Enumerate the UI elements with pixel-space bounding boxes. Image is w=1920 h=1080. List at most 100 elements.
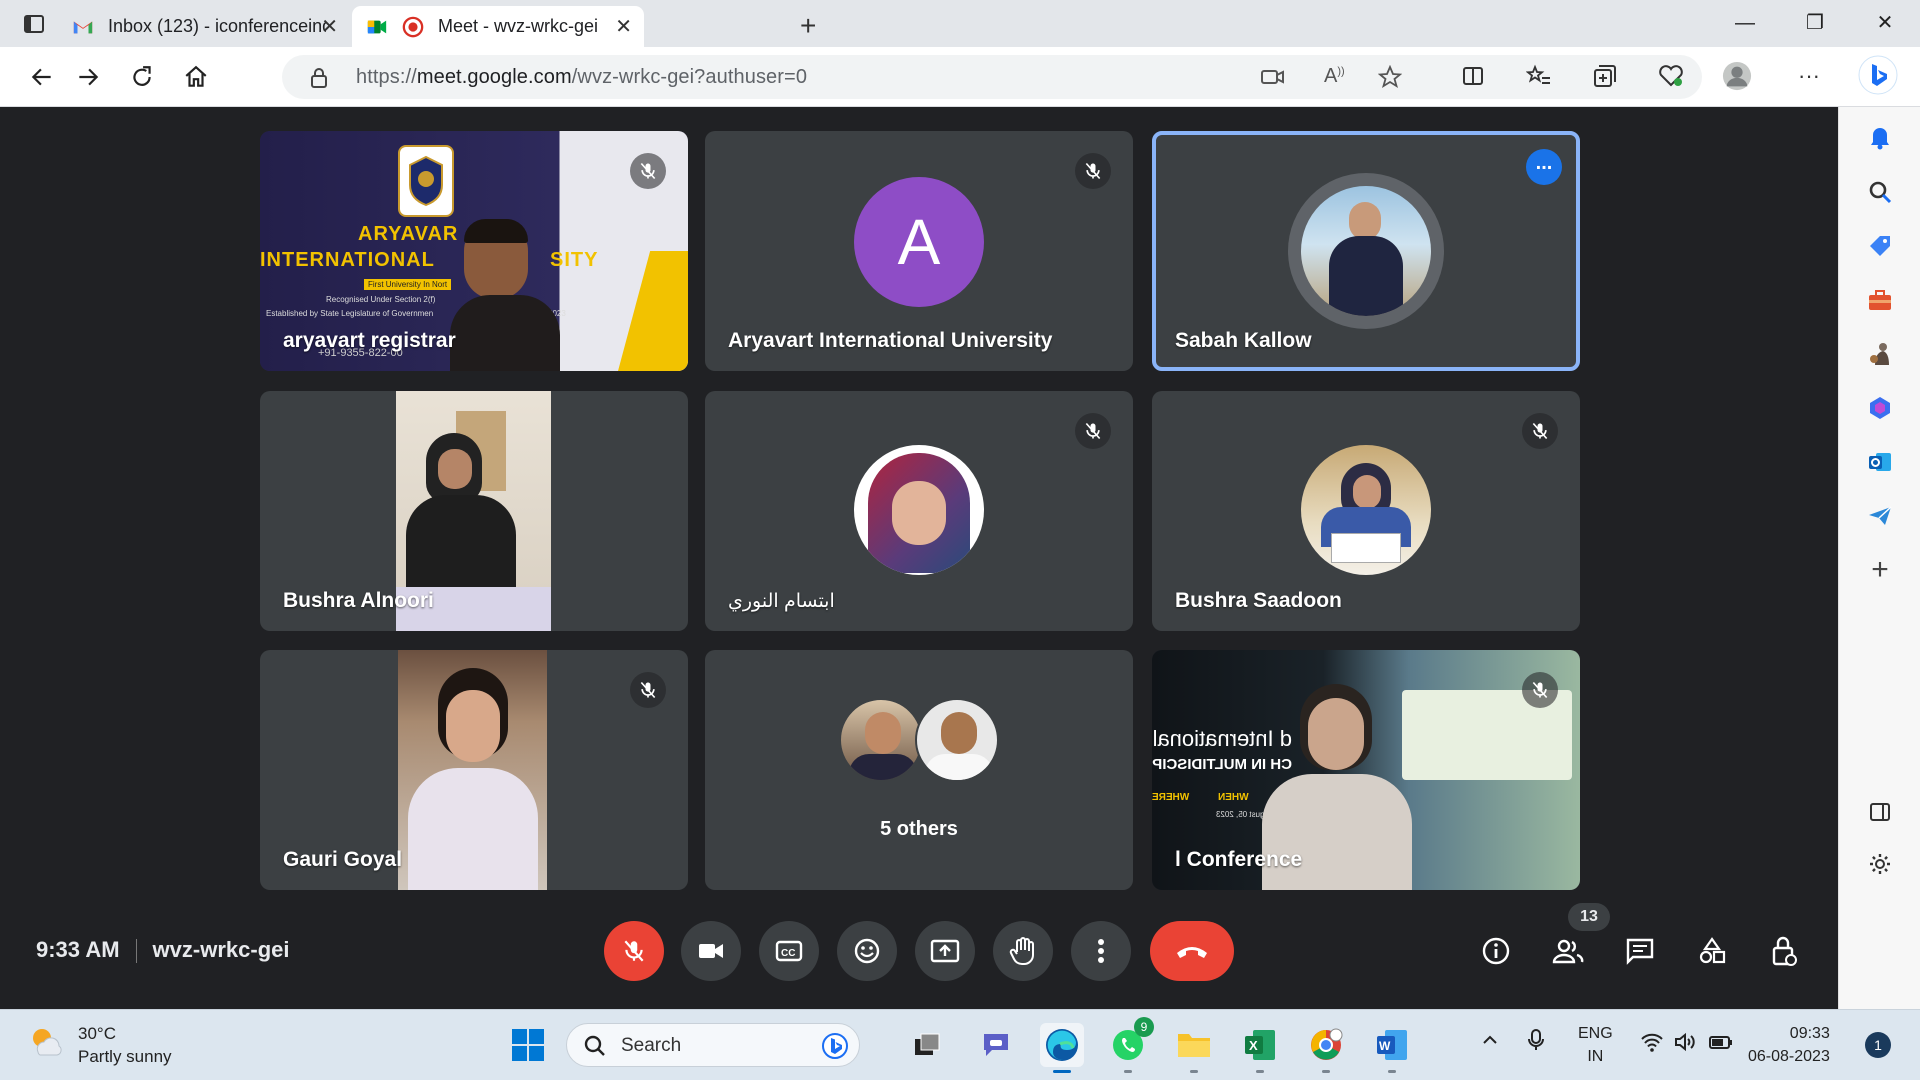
bing-copilot-icon[interactable] [1858,55,1898,95]
host-controls-button[interactable] [1764,931,1804,971]
meet-control-bar: 9:33 AM wvz-wrkc-gei CC 13 [0,903,1838,1009]
language-indicator[interactable]: ENG IN [1578,1022,1613,1068]
hide-sidebar-icon[interactable] [1865,797,1895,827]
network-volume-battery[interactable] [1640,1032,1734,1052]
profile-avatar[interactable] [1722,61,1752,91]
clock-time: 09:33 [1789,1025,1830,1042]
participant-tile[interactable]: Gauri Goyal [260,650,688,890]
favorite-star-icon[interactable] [1377,64,1404,89]
taskbar-file-explorer[interactable] [1172,1023,1216,1073]
banner-line2: INTERNATIONAL [260,249,435,271]
games-chess-icon[interactable] [1865,339,1895,369]
present-icon [930,939,960,963]
banner-where: WHERE [1152,792,1190,803]
close-window-icon[interactable]: ✕ [1850,8,1920,38]
recording-icon [402,16,424,38]
home-icon[interactable] [180,61,212,93]
weather-widget[interactable]: 30°C Partly sunny [26,1022,172,1068]
host-controls-lock-icon [1772,936,1797,966]
taskbar-chrome[interactable] [1304,1023,1348,1073]
system-clock[interactable]: 09:33 06-08-2023 [1748,1022,1830,1068]
participant-tile[interactable]: Bushra Alnoori [260,391,688,631]
taskbar-word[interactable]: W [1370,1023,1414,1073]
camera-toggle-button[interactable] [681,921,741,981]
meeting-details-button[interactable] [1476,931,1516,971]
restore-icon[interactable]: ❐ [1780,8,1850,38]
collections-icon[interactable] [1590,61,1620,91]
forward-icon[interactable] [72,61,104,93]
chat-button[interactable] [1620,931,1660,971]
participant-tile[interactable]: ابتسام النوري [705,391,1133,631]
send-drop-icon[interactable] [1865,501,1895,531]
participant-avatar: A [854,177,984,307]
new-tab-icon[interactable]: + [800,10,816,42]
more-options-button[interactable]: ... [1526,149,1562,185]
browser-essentials-icon[interactable] [1656,61,1686,91]
present-screen-button[interactable] [915,921,975,981]
participant-tile[interactable]: A Aryavart International University [705,131,1133,371]
tab-title: Inbox (123) - iconferenceindia@g [108,16,326,36]
notifications-bell-icon[interactable] [1865,123,1895,153]
start-button[interactable] [506,1023,550,1067]
hidden-icons-chevron[interactable] [1480,1030,1500,1055]
people-button[interactable] [1548,931,1588,971]
taskbar-excel[interactable]: X [1238,1023,1282,1073]
meeting-time: 9:33 AM [36,937,120,962]
weather-temperature: 30°C [78,1024,116,1043]
mic-toggle-button[interactable] [604,921,664,981]
camera-icon [699,944,723,958]
participant-tile[interactable]: ARYAVAR INTERNATIONAL SITY First Univers… [260,131,688,371]
read-aloud-icon[interactable]: A)) [1324,65,1350,89]
split-screen-icon[interactable] [1458,61,1488,91]
university-seal [398,145,454,217]
others-tile[interactable]: 5 others [705,650,1133,890]
whatsapp-unread-badge: 9 [1134,1017,1154,1037]
window-controls: — ❐ ✕ [1710,8,1920,38]
participant-tile[interactable]: Bushra Saadoon [1152,391,1580,631]
raise-hand-button[interactable] [993,921,1053,981]
add-sidebar-app-icon[interactable]: + [1865,553,1895,586]
favorites-icon[interactable] [1524,61,1554,91]
back-icon[interactable] [26,61,58,93]
lock-icon[interactable] [310,67,328,94]
url-bar[interactable]: https://meet.google.com/wvz-wrkc-gei?aut… [282,55,1702,99]
more-menu-icon[interactable]: ··· [1794,61,1824,91]
tools-briefcase-icon[interactable] [1865,285,1895,315]
sidebar-settings-gear-icon[interactable] [1865,849,1895,879]
activities-button[interactable] [1692,931,1732,971]
tab-meet[interactable]: Meet - wvz-wrkc-gei ✕ [352,6,644,47]
teams-chat-icon [984,1034,1008,1056]
taskbar-whatsapp[interactable]: 9 [1106,1017,1154,1073]
close-tab-icon[interactable]: ✕ [321,14,338,39]
refresh-icon[interactable] [126,61,158,93]
microphone-icon[interactable] [1526,1028,1546,1057]
microsoft-365-icon[interactable] [1865,393,1895,423]
windows-logo-icon [512,1029,544,1061]
camera-in-use-icon[interactable] [1260,65,1286,89]
task-view-button[interactable] [906,1023,950,1067]
shopping-tag-icon[interactable] [1865,231,1895,261]
close-tab-icon[interactable]: ✕ [615,14,632,39]
volume-icon [1675,1032,1695,1052]
outlook-icon[interactable] [1865,447,1895,477]
tab-gmail[interactable]: Inbox (123) - iconferenceindia@g ✕ [58,6,350,47]
teams-chat-button[interactable] [974,1023,1018,1067]
taskbar-search[interactable]: Search [566,1023,860,1067]
participant-video [398,650,547,890]
battery-icon [1709,1036,1732,1049]
minimize-icon[interactable]: — [1710,8,1780,38]
participant-tile[interactable]: ... Sabah Kallow [1152,131,1580,371]
more-options-button[interactable] [1071,921,1131,981]
muted-mic-icon [630,672,666,708]
tab-actions-icon[interactable] [22,12,46,36]
activities-shapes-icon [1699,937,1726,964]
participant-avatar [1301,186,1431,316]
others-count-label: 5 others [880,818,958,840]
notification-center-badge[interactable]: 1 [1865,1032,1891,1058]
leave-call-button[interactable] [1150,921,1234,981]
participant-tile[interactable]: d International C CH IN MULTIDISCIP WHER… [1152,650,1580,890]
taskbar-edge[interactable] [1040,1023,1084,1073]
captions-button[interactable]: CC [759,921,819,981]
search-icon[interactable] [1865,177,1895,207]
reactions-button[interactable] [837,921,897,981]
